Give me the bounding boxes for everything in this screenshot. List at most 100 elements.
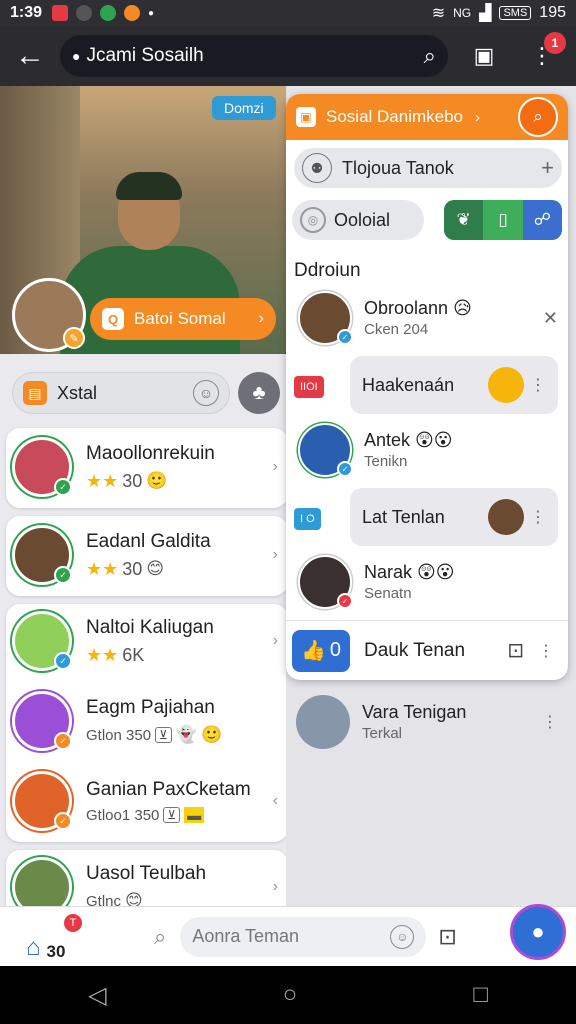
hero-button-label: Batoi Somal [134, 309, 226, 328]
ghost-emoji-icon: 👻 [175, 725, 198, 744]
phone-icon[interactable]: ⊡ [438, 924, 456, 950]
row-name: Narak [364, 562, 413, 582]
emoji-icon[interactable]: ☺ [193, 380, 219, 406]
friend-meta: Gtlon 350 [86, 726, 152, 744]
signal-icon: ▟ [479, 5, 492, 22]
chevron-icon[interactable]: › [273, 878, 278, 896]
search-text: Jcami Sosailh [86, 45, 204, 66]
panel-icon: ▣ [296, 107, 316, 127]
chevron-icon[interactable]: › [273, 632, 278, 650]
sync-icon [76, 5, 93, 21]
home-count: 30 [46, 941, 66, 961]
segment-control[interactable]: ❦ ▯ ☍ [444, 200, 562, 240]
clover-icon[interactable]: ♣ [238, 372, 280, 414]
face-emoji-icon: 🙂 [146, 471, 168, 490]
dot-icon: ● [148, 7, 155, 19]
hero-action-button[interactable]: Q Batoi Somal › [90, 298, 276, 340]
list-item[interactable]: ✓ Eadanl Galdita ★★ 30 😊 › [12, 514, 282, 596]
home-button[interactable]: ⌂ 30 T [26, 912, 86, 962]
panel-footer: 👍 0 Dauk Tenan ⊡ ⋮ [286, 620, 568, 680]
more-icon[interactable]: ⋮ [530, 375, 546, 395]
list-item[interactable]: ✓ Maoollonrekuin ★★ 30 🙂 › [12, 426, 282, 508]
friend-meta: Gtloo1 350 [86, 806, 160, 824]
search-icon[interactable]: ⌕ [424, 43, 436, 69]
panel-row[interactable]: Vara Tenigan Terkal ⋮ [296, 692, 566, 752]
notification-badge: 1 [544, 32, 566, 54]
like-button[interactable]: 👍 0 [292, 629, 350, 672]
panel-bubble[interactable]: Lat Tenlan ⋮ [350, 488, 558, 546]
network-label: NG [453, 6, 472, 20]
online-icon: ✓ [54, 566, 72, 584]
panel-header[interactable]: ▣ Sosial Danimkebo › ⌕ [286, 94, 568, 140]
avatar [488, 499, 524, 535]
panel-row[interactable]: ✓ Obroolann 😥 Cken 204 ✕ [286, 288, 568, 348]
list-item[interactable]: ✓ Ganian PaxCketam Gtloo1 350 ⊻ ▬ ‹ [12, 760, 282, 842]
panel-search-input[interactable]: ⚉ Tlojoua Tanok + [294, 148, 562, 188]
hero-tag[interactable]: Domzi [212, 96, 276, 120]
avatar: ✓ [12, 611, 72, 671]
more-icon[interactable]: ⋮ [542, 712, 558, 732]
avatar: ✓ [12, 525, 72, 585]
more-icon[interactable]: ⋮ [538, 641, 554, 661]
row-sub: Terkal [362, 725, 403, 742]
star-icon: ★★ [86, 644, 119, 665]
ring-icon: ◎ [300, 207, 326, 233]
panel-toggle[interactable]: ◎ Ooloial [292, 200, 424, 240]
tag-label: IIOI [294, 376, 324, 398]
filter-label: Xstal [57, 382, 98, 403]
status-icon: ✓ [54, 652, 72, 670]
plus-icon[interactable]: + [541, 155, 554, 181]
list-item[interactable]: ✓ Naltoi Kaliugan ★★ 6K › [12, 600, 282, 682]
recents-nav-icon[interactable]: □ [473, 981, 488, 1009]
home-nav-icon[interactable]: ○ [283, 981, 298, 1009]
status-icon: ✓ [337, 593, 353, 609]
panel-row[interactable]: ✓ Narak 😲😮 Senatn [286, 552, 568, 612]
edit-pencil-icon[interactable]: ✎ [63, 327, 85, 349]
chevron-icon[interactable]: › [273, 546, 278, 564]
friend-name: Naltoi Kaliugan [86, 616, 214, 638]
leaf-icon[interactable]: ❦ [444, 200, 484, 240]
back-nav-icon[interactable]: ◁ [88, 981, 106, 1010]
bottom-bar: ⌂ 30 T ⌕ Aonra Teman ☺ ⊡ [0, 906, 576, 966]
group-avatar [296, 695, 350, 749]
chat-icon: Q [102, 308, 124, 330]
emoji-icon: 😲😮 [415, 430, 453, 450]
back-arrow-icon[interactable]: ← [0, 26, 60, 86]
close-icon[interactable]: ✕ [543, 308, 558, 329]
chevron-icon[interactable]: › [273, 458, 278, 476]
home-badge: T [64, 913, 82, 932]
friend-search-input[interactable]: Aonra Teman ☺ [180, 916, 427, 957]
link-icon[interactable]: ☍ [522, 200, 562, 240]
star-icon: ★★ [86, 558, 119, 579]
chevron-icon[interactable]: ‹ [273, 792, 278, 810]
phone-icon[interactable]: ▯ [483, 200, 523, 240]
toggle-label: Ooloial [334, 209, 391, 230]
chevron-right-icon: › [258, 310, 264, 327]
system-nav-bar: ◁ ○ □ [0, 966, 576, 1024]
search-icon[interactable]: ⌕ [154, 924, 166, 950]
top-app-bar: ← ● Jcami Sosailh ⌕ ▣ ⋮ 1 [0, 26, 576, 86]
more-icon[interactable]: ⋮ [530, 507, 546, 527]
emoji-icon: 😥 [453, 298, 472, 318]
profile-fab[interactable]: ● [510, 904, 566, 960]
list-item[interactable]: ✓ Eagm Pajiahan Gtlon 350 ⊻ 👻 🙂 [12, 680, 282, 762]
panel-bubble[interactable]: Haakenaán ⋮ [350, 356, 558, 414]
home-icon: ⌂ [26, 933, 41, 961]
avatar: ✓ [298, 555, 353, 609]
more-menu-icon[interactable]: ⋮ 1 [520, 32, 566, 78]
search-input[interactable]: ● Jcami Sosailh ⌕ [60, 35, 448, 77]
chevron-right-icon: › [475, 108, 481, 126]
phone-share-icon[interactable]: ▣ [462, 34, 506, 78]
avatar: ✓ [12, 437, 72, 497]
panel-row[interactable]: ✓ Antek 😲😮 Tenikn [286, 420, 568, 480]
filter-chip[interactable]: ▤ Xstal ☺ [12, 372, 230, 414]
profile-avatar[interactable]: ✎ [12, 278, 86, 352]
status-icon: ✓ [54, 732, 72, 750]
person-icon: ● [531, 919, 545, 944]
status-icon: ✓ [54, 812, 72, 830]
share-icon[interactable]: ⊡ [507, 638, 524, 663]
bot-icon: ⚉ [302, 153, 332, 183]
search-icon[interactable]: ⌕ [518, 97, 558, 137]
emoji-icon[interactable]: ☺ [390, 924, 415, 949]
face-emoji-icon: 😊 [146, 559, 165, 578]
